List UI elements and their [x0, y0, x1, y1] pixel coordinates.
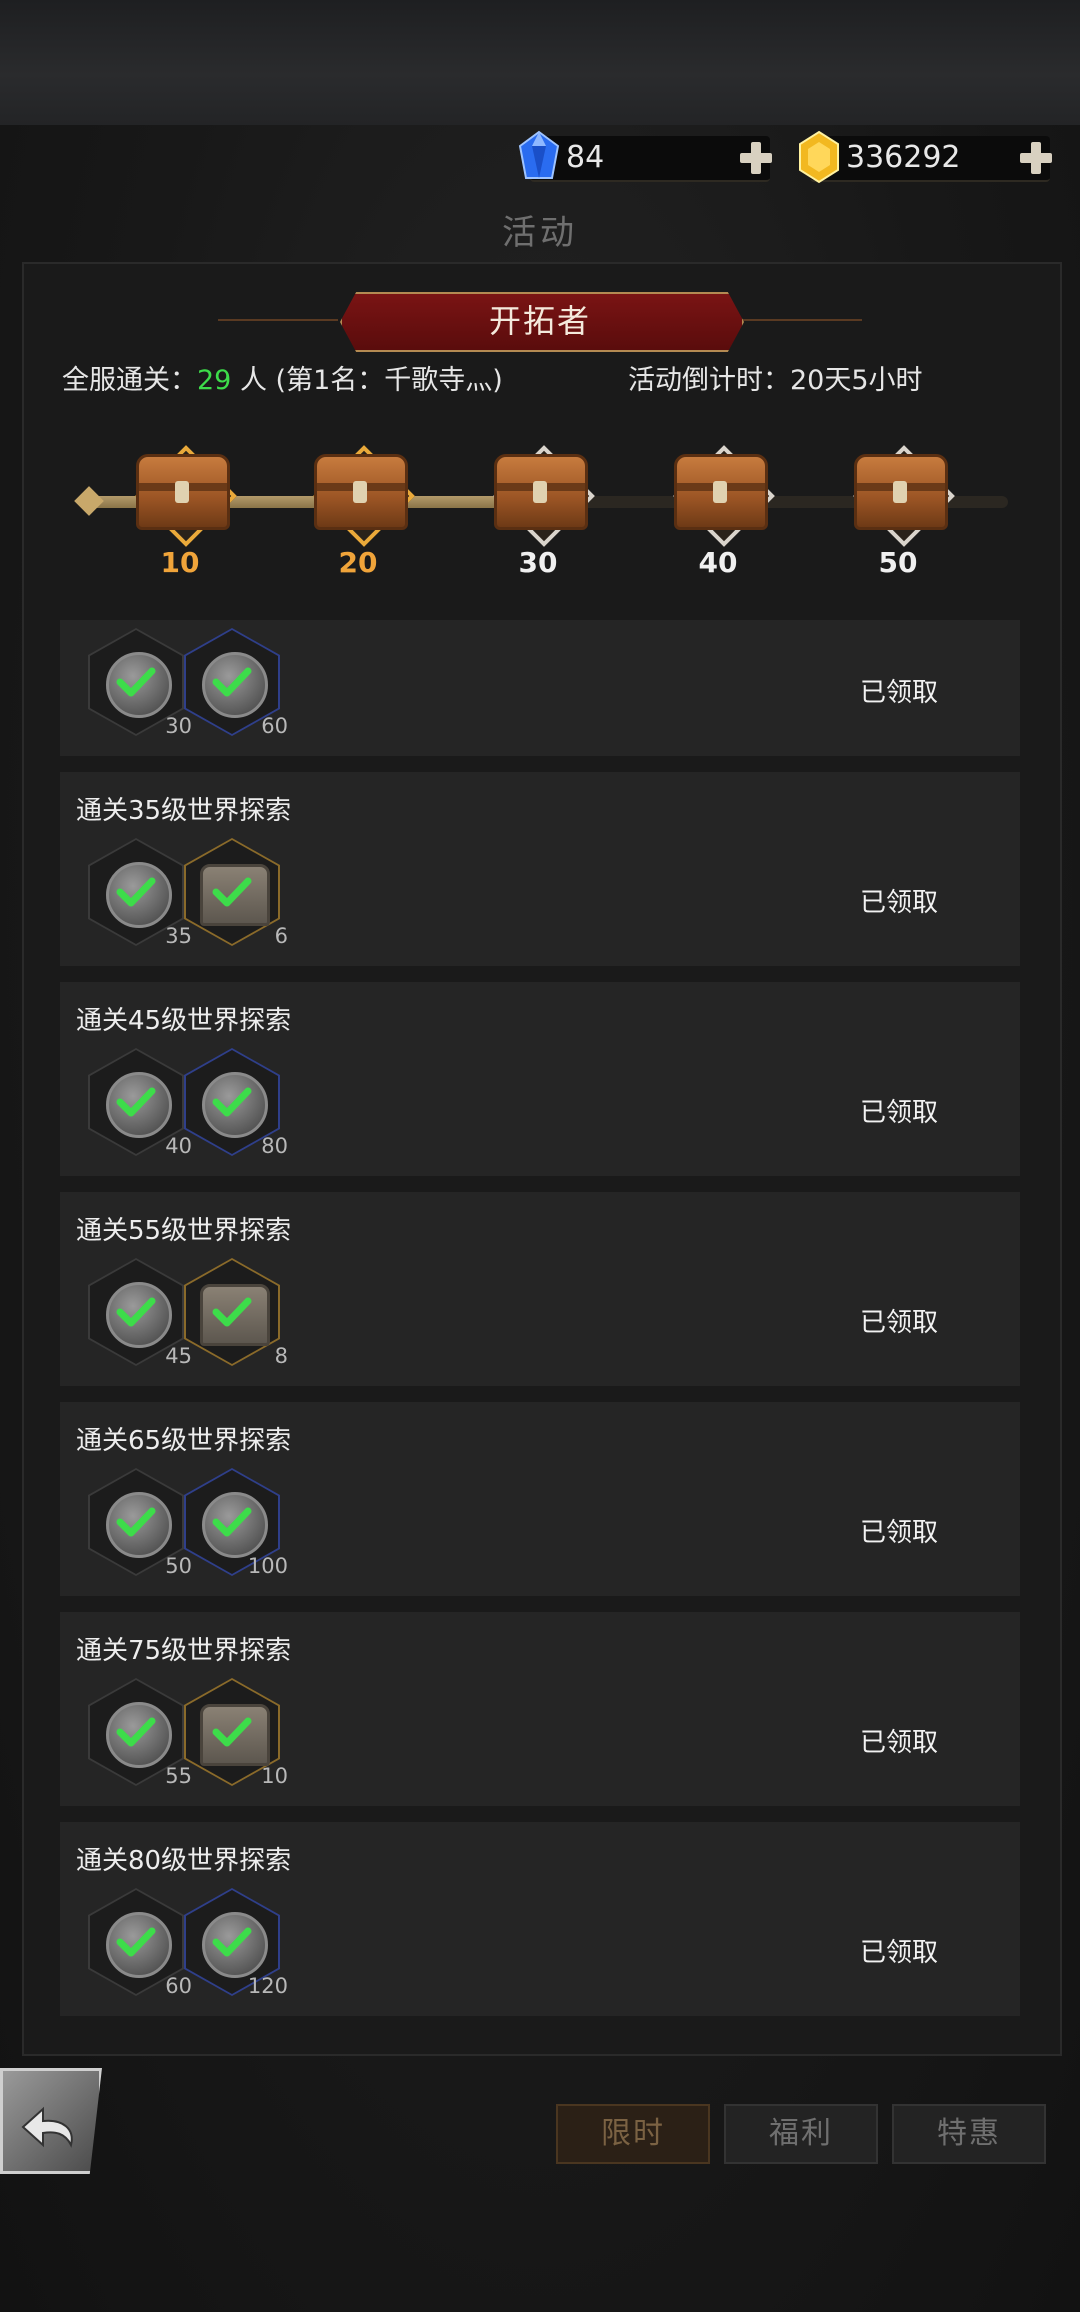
- milestone-40[interactable]: 40: [658, 440, 778, 580]
- reward-quantity: 60: [261, 714, 288, 738]
- page-title: 活动: [502, 213, 578, 253]
- gold-icon: [799, 130, 839, 184]
- gem-currency: 84: [518, 130, 772, 182]
- milestone-label: 50: [878, 546, 918, 579]
- banner-divider-left: [218, 319, 338, 321]
- reward-row: 通关75级世界探索 55 10 已领取: [60, 1612, 1020, 1806]
- gold-currency: 336292: [799, 130, 1052, 184]
- milestone-30[interactable]: 30: [478, 440, 598, 580]
- reward-quantity: 8: [274, 1344, 288, 1368]
- claimed-status: 已领取: [859, 678, 938, 708]
- back-button[interactable]: [0, 2068, 102, 2174]
- server-clear-stats: 全服通关：29 人 (第1名：千歌寺灬): [62, 358, 503, 397]
- reward-item[interactable]: 45: [88, 1258, 192, 1368]
- claimed-status: 已领取: [859, 1098, 938, 1128]
- reward-item[interactable]: 10: [184, 1678, 288, 1788]
- reward-item[interactable]: 6: [184, 838, 288, 948]
- event-countdown: 活动倒计时：20天5小时: [628, 365, 923, 396]
- check-icon: [212, 1717, 252, 1747]
- check-icon: [212, 1927, 252, 1957]
- reward-quantity: 6: [274, 924, 288, 948]
- row-title: 通关65级世界探索: [76, 1426, 292, 1456]
- event-title: 开拓者: [488, 302, 591, 340]
- tab-2[interactable]: 特惠: [892, 2104, 1046, 2164]
- reward-item[interactable]: 100: [184, 1468, 288, 1578]
- claimed-status: 已领取: [859, 1518, 938, 1548]
- check-icon: [212, 667, 252, 697]
- check-icon: [212, 877, 252, 907]
- tab-0[interactable]: 限时: [556, 2104, 710, 2164]
- reward-quantity: 100: [247, 1554, 288, 1578]
- chest-icon: [674, 454, 768, 530]
- check-icon: [212, 1297, 252, 1327]
- clear-count: 29: [197, 365, 232, 396]
- milestone-label: 10: [160, 546, 200, 579]
- stats-prefix: 全服通关：: [62, 365, 197, 396]
- row-title: 通关75级世界探索: [76, 1636, 292, 1666]
- check-icon: [116, 1717, 156, 1747]
- add-gems-button[interactable]: [738, 140, 774, 176]
- check-icon: [116, 1927, 156, 1957]
- reward-item[interactable]: 35: [88, 838, 192, 948]
- reward-item[interactable]: 80: [184, 1048, 288, 1158]
- check-icon: [212, 1087, 252, 1117]
- milestone-10[interactable]: 10: [120, 440, 240, 580]
- row-title: 通关35级世界探索: [76, 796, 292, 826]
- check-icon: [116, 1087, 156, 1117]
- check-icon: [116, 667, 156, 697]
- back-arrow-icon: [21, 2106, 73, 2148]
- gem-icon: [518, 130, 560, 179]
- stats-suffix: 人 (第1名：千歌寺灬): [239, 365, 503, 396]
- row-title: 通关55级世界探索: [76, 1216, 292, 1246]
- chest-icon: [854, 454, 948, 530]
- reward-item[interactable]: 50: [88, 1468, 192, 1578]
- check-icon: [212, 1507, 252, 1537]
- reward-row: 通关35级世界探索 35 6 已领取: [60, 772, 1020, 966]
- reward-row: 通关55级世界探索 45 8 已领取: [60, 1192, 1020, 1386]
- reward-item[interactable]: 30: [88, 628, 192, 738]
- milestone-label: 30: [518, 546, 558, 579]
- top-bar: [0, 0, 1080, 125]
- reward-item[interactable]: 60: [184, 628, 288, 738]
- chest-icon: [136, 454, 230, 530]
- reward-quantity: 120: [247, 1974, 288, 1998]
- row-title: 通关80级世界探索: [76, 1846, 292, 1876]
- claimed-status: 已领取: [859, 888, 938, 918]
- milestone-20[interactable]: 20: [298, 440, 418, 580]
- reward-row: 通关80级世界探索 60 120 已领取: [60, 1822, 1020, 2016]
- claimed-status: 已领取: [859, 1308, 938, 1338]
- milestone-50[interactable]: 50: [838, 440, 958, 580]
- check-icon: [116, 877, 156, 907]
- reward-quantity: 80: [261, 1134, 288, 1158]
- milestone-label: 20: [338, 546, 378, 579]
- check-icon: [116, 1297, 156, 1327]
- reward-quantity: 10: [261, 1764, 288, 1788]
- reward-row: 通关65级世界探索 50 100 已领取: [60, 1402, 1020, 1596]
- row-title: 通关45级世界探索: [76, 1006, 292, 1036]
- claimed-status: 已领取: [859, 1938, 938, 1968]
- add-gold-button[interactable]: [1018, 140, 1054, 176]
- gold-count: 336292: [846, 140, 961, 175]
- reward-item[interactable]: 120: [184, 1888, 288, 1998]
- claimed-status: 已领取: [859, 1728, 938, 1758]
- tab-1[interactable]: 福利: [724, 2104, 878, 2164]
- reward-row: 通关45级世界探索 40 80 已领取: [60, 982, 1020, 1176]
- chest-icon: [494, 454, 588, 530]
- reward-item[interactable]: 55: [88, 1678, 192, 1788]
- reward-item[interactable]: 8: [184, 1258, 288, 1368]
- reward-row: 30 60 已领取: [60, 620, 1020, 756]
- gem-count: 84: [566, 140, 605, 175]
- banner-divider-right: [742, 319, 862, 321]
- reward-item[interactable]: 60: [88, 1888, 192, 1998]
- chest-icon: [314, 454, 408, 530]
- milestone-label: 40: [698, 546, 738, 579]
- reward-item[interactable]: 40: [88, 1048, 192, 1158]
- check-icon: [116, 1507, 156, 1537]
